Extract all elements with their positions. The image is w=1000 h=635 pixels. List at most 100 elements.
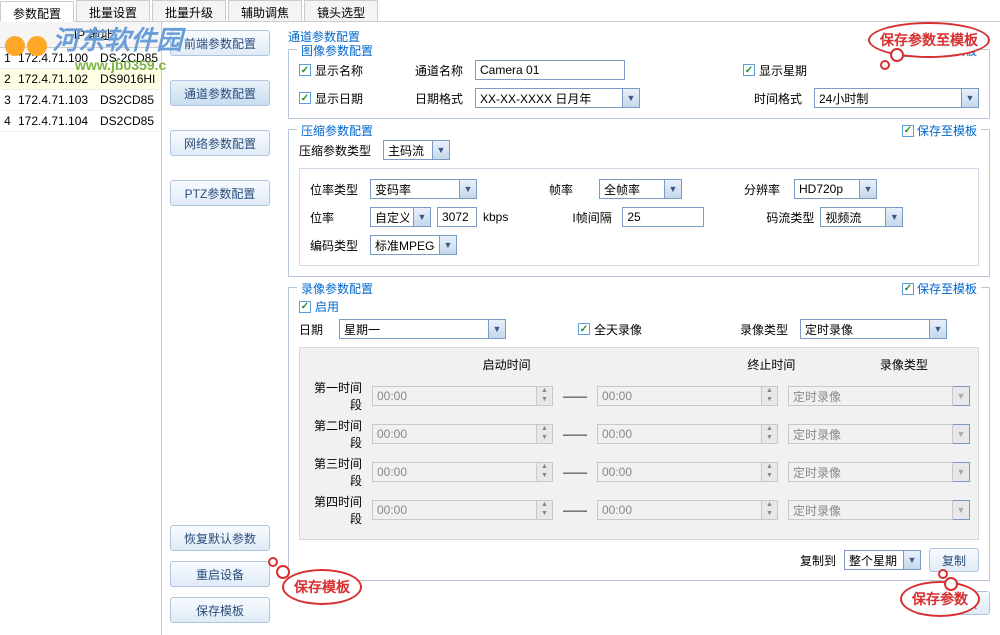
slot-type-select: [788, 386, 953, 406]
stream-type-label: 码流类型: [766, 209, 814, 226]
record-params-title: 录像参数配置: [301, 280, 373, 297]
chevron-down-icon[interactable]: ▼: [489, 319, 506, 339]
bitrate-value-input[interactable]: [437, 207, 477, 227]
grid-header-end: 终止时间: [705, 356, 837, 373]
allday-checkbox[interactable]: 全天录像: [578, 321, 668, 338]
compress-type-label: 压缩参数类型: [299, 142, 377, 159]
chevron-down-icon[interactable]: ▼: [440, 235, 457, 255]
compress-type-select[interactable]: [383, 140, 433, 160]
chevron-down-icon[interactable]: ▼: [886, 207, 903, 227]
save-to-template-check[interactable]: 保存至模板: [902, 280, 977, 297]
enable-checkbox[interactable]: 启用: [299, 298, 979, 315]
show-name-checkbox[interactable]: 显示名称: [299, 62, 389, 79]
chevron-down-icon[interactable]: ▼: [623, 88, 640, 108]
tab-params[interactable]: 参数配置: [0, 1, 74, 22]
time-grid: 启动时间 终止时间 录像类型 第一时间段 ▲▼ —— ▲▼ ▼ 第二时间段 ▲▼…: [299, 347, 979, 540]
ip-row[interactable]: 1172.4.71.100DS-2CD85: [0, 48, 161, 69]
chevron-down-icon: ▼: [953, 500, 970, 520]
spinner-icon: ▲▼: [762, 462, 778, 482]
tab-batch-set[interactable]: 批量设置: [76, 0, 150, 21]
chevron-down-icon[interactable]: ▼: [665, 179, 682, 199]
bitrate-label: 位率: [310, 209, 364, 226]
resolution-select[interactable]: [794, 179, 860, 199]
reboot-button[interactable]: 重启设备: [170, 561, 270, 587]
copy-to-label: 复制到: [800, 552, 836, 569]
slot-type-select: [788, 462, 953, 482]
spinner-icon: ▲▼: [537, 462, 553, 482]
date-format-select[interactable]: [475, 88, 623, 108]
copy-to-select[interactable]: [844, 550, 904, 570]
dash: ——: [563, 389, 587, 403]
chevron-down-icon[interactable]: ▼: [962, 88, 979, 108]
time-slot-row: 第三时间段 ▲▼ —— ▲▼ ▼: [308, 455, 970, 489]
chevron-down-icon[interactable]: ▼: [433, 140, 450, 160]
chevron-down-icon[interactable]: ▼: [930, 319, 947, 339]
callout-save-to-template: 保存参数至模板: [868, 22, 990, 58]
time-slot-row: 第二时间段 ▲▼ —— ▲▼ ▼: [308, 417, 970, 451]
save-template-button[interactable]: 保存模板: [170, 597, 270, 623]
fps-label: 帧率: [549, 181, 593, 198]
copy-button[interactable]: 复制: [929, 548, 979, 572]
spinner-icon: ▲▼: [537, 500, 553, 520]
channel-name-label: 通道名称: [415, 62, 469, 79]
compress-params-fieldset: 压缩参数配置 保存至模板 压缩参数类型 ▼ 位率类型 ▼ 帧率 ▼ 分辨率 ▼: [288, 129, 990, 277]
chevron-down-icon[interactable]: ▼: [904, 550, 921, 570]
channel-name-input[interactable]: [475, 60, 625, 80]
nav-channel[interactable]: 通道参数配置: [170, 80, 270, 106]
record-date-select[interactable]: [339, 319, 489, 339]
spinner-icon: ▲▼: [762, 500, 778, 520]
tab-focus[interactable]: 辅助调焦: [228, 0, 302, 21]
resolution-label: 分辨率: [744, 181, 788, 198]
grid-header-type: 录像类型: [838, 356, 970, 373]
ip-list-header: IP 地址: [0, 22, 161, 48]
time-slot-label: 第三时间段: [308, 455, 362, 489]
spinner-icon: ▲▼: [537, 424, 553, 444]
iframe-input[interactable]: [622, 207, 704, 227]
top-tabs: 参数配置 批量设置 批量升级 辅助调焦 镜头选型: [0, 0, 1000, 22]
chevron-down-icon[interactable]: ▼: [460, 179, 477, 199]
tab-lens[interactable]: 镜头选型: [304, 0, 378, 21]
bitrate-type-select[interactable]: [370, 179, 460, 199]
time-slot-label: 第二时间段: [308, 417, 362, 451]
bitrate-mode-select[interactable]: [370, 207, 414, 227]
dash: ——: [563, 465, 587, 479]
end-time-input: [597, 462, 762, 482]
compress-params-title: 压缩参数配置: [301, 122, 373, 139]
chevron-down-icon: ▼: [953, 424, 970, 444]
fps-select[interactable]: [599, 179, 665, 199]
dash: ——: [563, 503, 587, 517]
ip-row[interactable]: 2172.4.71.102DS9016HI: [0, 69, 161, 90]
end-time-input: [597, 424, 762, 444]
time-format-label: 时间格式: [754, 90, 808, 107]
nav-ptz[interactable]: PTZ参数配置: [170, 180, 270, 206]
image-params-title: 图像参数配置: [301, 42, 373, 59]
callout-save-params: 保存参数: [900, 581, 980, 617]
save-to-template-check[interactable]: 保存至模板: [902, 122, 977, 139]
record-params-fieldset: 录像参数配置 保存至模板 启用 日期 ▼ 全天录像 录像类型 ▼ 启动时间 终止…: [288, 287, 990, 581]
stream-type-select[interactable]: [820, 207, 886, 227]
grid-header-start: 启动时间: [440, 356, 572, 373]
nav-network[interactable]: 网络参数配置: [170, 130, 270, 156]
start-time-input: [372, 462, 537, 482]
ip-row[interactable]: 4172.4.71.104DS2CD85: [0, 111, 161, 132]
spinner-icon: ▲▼: [762, 424, 778, 444]
record-type-label: 录像类型: [740, 321, 794, 338]
nav-frontend[interactable]: 前端参数配置: [170, 30, 270, 56]
time-format-select[interactable]: [814, 88, 962, 108]
ip-row[interactable]: 3172.4.71.103DS2CD85: [0, 90, 161, 111]
show-date-checkbox[interactable]: 显示日期: [299, 90, 389, 107]
chevron-down-icon[interactable]: ▼: [860, 179, 877, 199]
tab-batch-upgrade[interactable]: 批量升级: [152, 0, 226, 21]
bitrate-unit: kbps: [483, 210, 508, 224]
restore-defaults-button[interactable]: 恢复默认参数: [170, 525, 270, 551]
record-type-select[interactable]: [800, 319, 930, 339]
dash: ——: [563, 427, 587, 441]
bitrate-type-label: 位率类型: [310, 181, 364, 198]
time-slot-label: 第四时间段: [308, 493, 362, 527]
show-week-checkbox[interactable]: 显示星期: [743, 62, 833, 79]
start-time-input: [372, 424, 537, 444]
chevron-down-icon[interactable]: ▼: [414, 207, 431, 227]
record-date-label: 日期: [299, 321, 333, 338]
slot-type-select: [788, 500, 953, 520]
encoding-select[interactable]: [370, 235, 440, 255]
